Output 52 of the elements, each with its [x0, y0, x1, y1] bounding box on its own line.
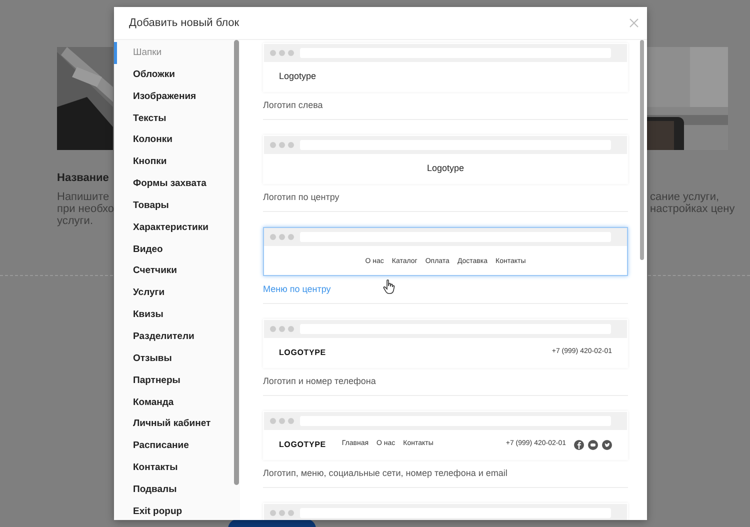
sidebar-item[interactable]: Отзывы [114, 348, 240, 370]
sidebar-item[interactable]: Партнеры [114, 370, 240, 392]
block-preview[interactable]: Logotype [263, 135, 628, 184]
logo-text: LOGOTYPE [279, 438, 326, 450]
sidebar-item[interactable]: Обложки [114, 64, 240, 86]
sidebar-item[interactable]: Контакты [114, 457, 240, 479]
sidebar-item[interactable]: Тексты [114, 108, 240, 130]
description-text: услуги. [57, 215, 94, 227]
modal-title: Добавить новый блок [129, 16, 240, 31]
sidebar-item[interactable]: Изображения [114, 86, 240, 108]
logo-text: LOGOTYPE [279, 346, 326, 358]
close-icon [629, 18, 639, 28]
sidebar-item[interactable]: Квизы [114, 304, 240, 326]
description-text: настройках цену [650, 203, 735, 215]
sidebar-item[interactable]: Характеристики [114, 216, 240, 239]
description-text: при необхо [57, 203, 114, 215]
scrollbar-thumb[interactable] [234, 40, 239, 485]
block-preview[interactable]: Logotype [263, 43, 628, 92]
sidebar-item[interactable]: Личный кабинет [114, 413, 240, 436]
window-dots-icon [270, 510, 294, 516]
block-caption[interactable]: Логотип слева [263, 100, 628, 111]
sidebar-item[interactable]: Услуги [114, 282, 240, 304]
sidebar-item[interactable]: Колонки [114, 129, 240, 152]
sidebar-item[interactable]: Exit popup [114, 500, 240, 520]
window-dots-icon [270, 142, 294, 148]
sidebar-item[interactable]: Кнопки [114, 151, 240, 174]
scrollbar-thumb[interactable] [640, 40, 644, 260]
description-text: сание услуги, [650, 191, 720, 203]
hand-cursor-icon [383, 279, 395, 294]
sidebar-item[interactable]: Счетчики [114, 260, 240, 282]
description-text: Напишите [57, 191, 110, 203]
block-caption[interactable]: Логотип и номер телефона [263, 376, 628, 387]
sidebar-item[interactable]: Товары [114, 194, 240, 217]
close-button[interactable] [629, 18, 639, 28]
sidebar-item[interactable]: Команда [114, 392, 240, 414]
window-dots-icon [270, 326, 294, 332]
window-dots-icon [270, 50, 294, 56]
window-dots-icon [270, 418, 294, 424]
sidebar-item[interactable]: Разделители [114, 326, 240, 348]
social-icon [574, 440, 584, 450]
sidebar-item[interactable]: Расписание [114, 435, 240, 458]
social-icon [588, 440, 598, 450]
sidebar-item[interactable]: Формы захвата [114, 173, 240, 195]
sidebar-item[interactable]: Видео [114, 238, 240, 260]
window-dots-icon [270, 234, 294, 240]
logo-text: Logotype [279, 70, 316, 83]
logo-text: Logotype [426, 162, 464, 175]
block-caption[interactable]: Логотип, меню, социальные сети, номер телефона и email [263, 468, 628, 479]
block-caption[interactable]: Логотип по центру [263, 192, 628, 203]
social-icon [602, 440, 612, 450]
card-title: Название [57, 171, 109, 186]
sidebar-item[interactable]: Подвалы [114, 478, 240, 501]
